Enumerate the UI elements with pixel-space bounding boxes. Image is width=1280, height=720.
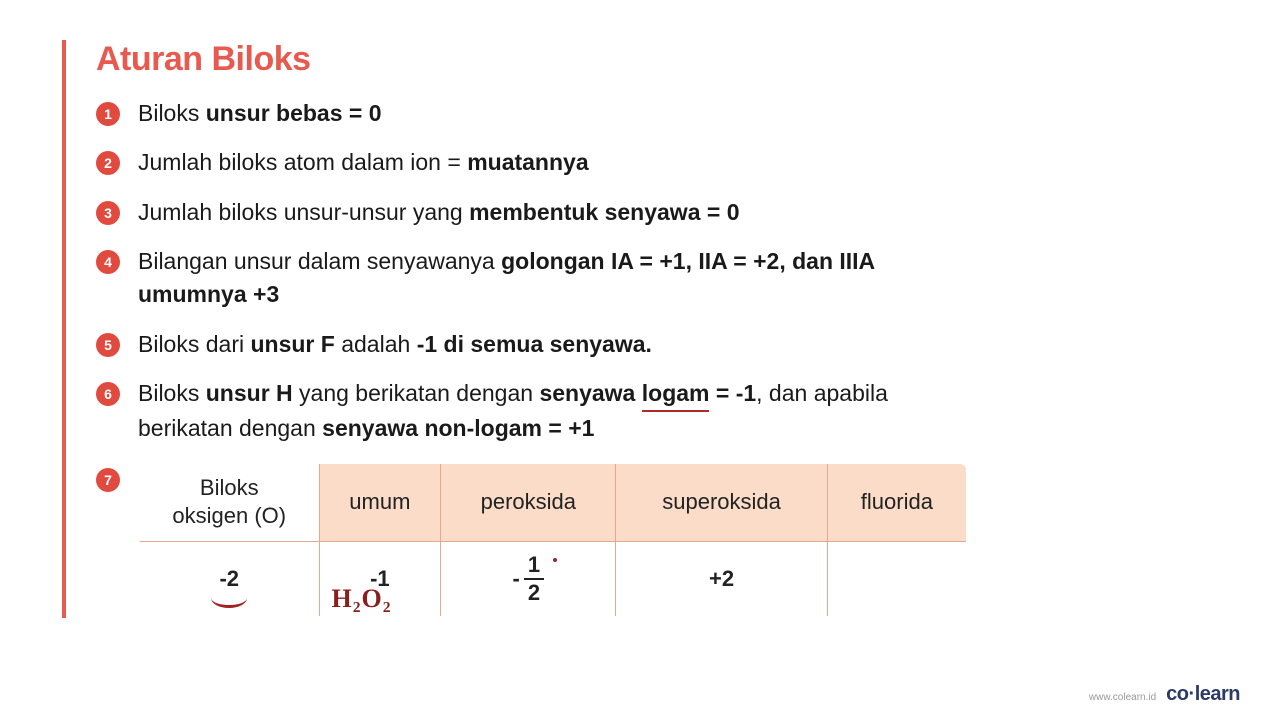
footer-brand: co·learn — [1166, 683, 1240, 706]
rule-text-2: Jumlah biloks atom dalam ion = muatannya — [138, 146, 958, 179]
rule-text-1: Biloks unsur bebas = 0 — [138, 97, 958, 130]
col-peroksida: peroksida — [441, 463, 616, 542]
slide-content: Aturan Biloks 1 Biloks unsur bebas = 0 2 Ju… — [62, 40, 1062, 618]
col-fluorida: fluorida — [827, 463, 967, 542]
footer: www.colearn.id co·learn — [1089, 683, 1240, 706]
rule-item-1: 1 Biloks unsur bebas = 0 — [96, 97, 1062, 130]
col-superoksida: superoksida — [616, 463, 827, 542]
rule-item-3: 3 Jumlah biloks unsur-unsur yang membentu… — [96, 196, 1062, 229]
val-peroksida: -1 H₂O₂ — [319, 541, 441, 617]
rule-7-table-row: 7 Biloks oksigen (O) umum peroksida supe… — [96, 462, 1062, 619]
table-row-header: Biloks oksigen (O) — [139, 463, 319, 542]
rule-number-2: 2 — [96, 151, 120, 175]
rule-number-4: 4 — [96, 250, 120, 274]
col-umum: umum — [319, 463, 441, 542]
handwritten-h2o2-annotation: H₂O₂ — [332, 584, 392, 614]
rule-text-4: Bilangan unsur dalam senyawanya golongan… — [138, 245, 958, 312]
rule-number-1: 1 — [96, 102, 120, 126]
handwritten-dot-annotation — [553, 558, 557, 562]
rule-item-6: 6 Biloks unsur H yang berikatan dengan se… — [96, 377, 1062, 446]
oxygen-biloks-table: Biloks oksigen (O) umum peroksida supero… — [138, 462, 968, 619]
rule-item-4: 4 Bilangan unsur dalam senyawanya golonga… — [96, 245, 1062, 312]
rule-text-3: Jumlah biloks unsur-unsur yang membentuk… — [138, 196, 958, 229]
rule-number-5: 5 — [96, 333, 120, 357]
rule-item-2: 2 Jumlah biloks atom dalam ion = muatanny… — [96, 146, 1062, 179]
val-umum: -2 — [139, 541, 319, 617]
rule-list: 1 Biloks unsur bebas = 0 2 Jumlah biloks at… — [96, 97, 1062, 446]
rule-text-5: Biloks dari unsur F adalah -1 di semua s… — [138, 328, 958, 361]
val-superoksida: -12 — [441, 541, 616, 617]
slide-title: Aturan Biloks — [96, 40, 1062, 79]
val-fluorida: +2 — [616, 541, 827, 617]
rule-item-5: 5 Biloks dari unsur F adalah -1 di semua … — [96, 328, 1062, 361]
handwritten-tick-annotation — [211, 598, 247, 608]
footer-url: www.colearn.id — [1089, 692, 1156, 703]
rule-text-6: Biloks unsur H yang berikatan dengan sen… — [138, 377, 958, 446]
rule-number-3: 3 — [96, 201, 120, 225]
rule-number-6: 6 — [96, 382, 120, 406]
rule-number-7: 7 — [96, 468, 120, 492]
